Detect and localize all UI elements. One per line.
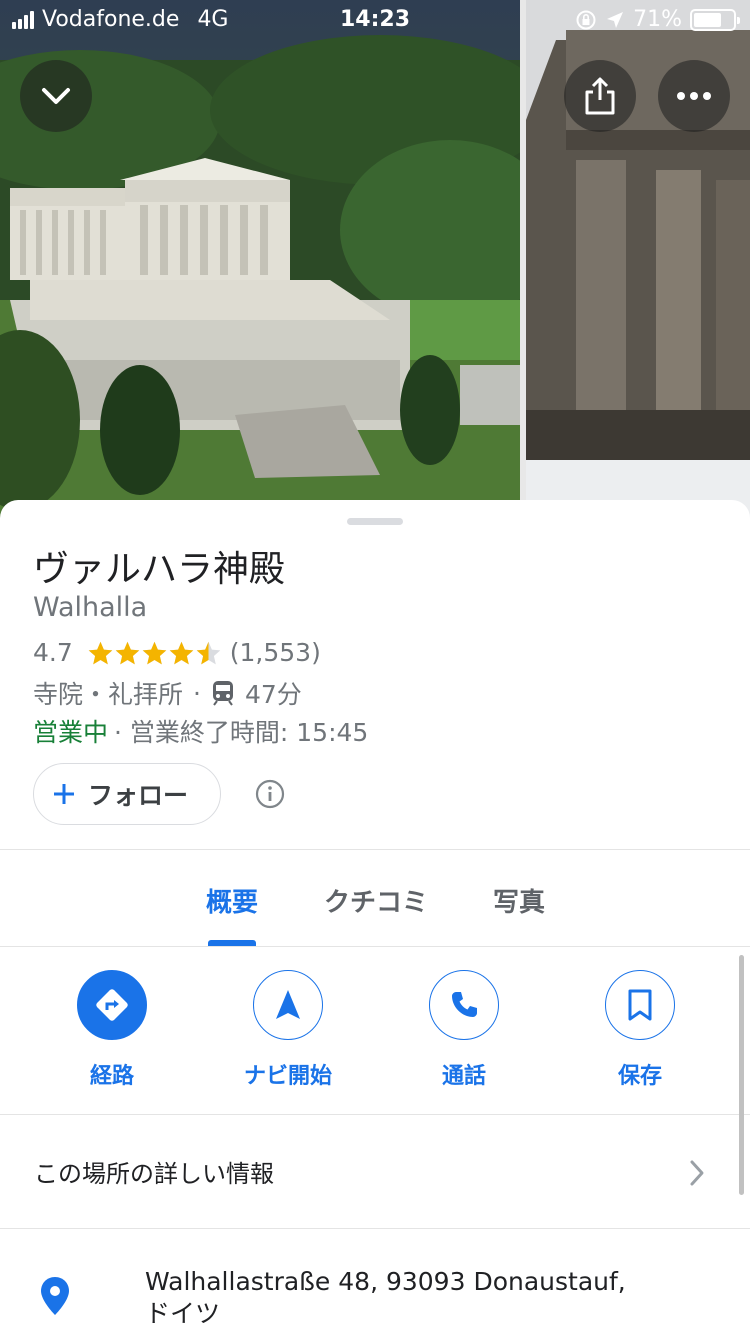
battery-percent: 71% — [633, 7, 682, 32]
photo-gallery[interactable] — [0, 0, 750, 520]
directions-label: 経路 — [89, 1064, 134, 1089]
collapse-button[interactable] — [20, 60, 92, 132]
rotation-lock-icon — [576, 10, 596, 29]
status-right: 71% — [575, 7, 740, 32]
divider — [0, 1228, 750, 1229]
address-line2: ドイツ — [145, 1299, 221, 1328]
star-icon — [196, 641, 221, 664]
location-pin-icon — [41, 1277, 69, 1315]
scrollbar[interactable] — [739, 955, 744, 1195]
chevron-right-icon — [690, 1160, 704, 1186]
follow-label: フォロー — [88, 781, 189, 810]
tab-reviews[interactable]: クチコミ — [324, 882, 428, 919]
status-bar: Vodafone.de 4G 14:23 71% — [0, 0, 750, 40]
navigation-circle — [253, 970, 323, 1040]
save-circle — [605, 970, 675, 1040]
save-label: 保存 — [617, 1064, 662, 1089]
call-label: 通話 — [441, 1064, 486, 1089]
more-details-label: この場所の詳しい情報 — [34, 1159, 274, 1188]
start-navigation-button[interactable]: ナビ開始 — [218, 970, 358, 1090]
closing-time: · 営業終了時間: 15:45 — [114, 718, 369, 747]
open-status: 営業中 — [33, 718, 109, 747]
info-icon[interactable] — [255, 779, 285, 809]
share-icon — [585, 77, 615, 115]
tab-photos[interactable]: 写真 — [493, 882, 545, 919]
more-horizontal-icon — [677, 92, 711, 100]
share-button[interactable] — [564, 60, 636, 132]
place-category: 寺院・礼拝所 — [33, 680, 184, 709]
review-count: (1,553) — [229, 638, 321, 667]
tab-overview[interactable]: 概要 — [206, 882, 258, 919]
directions-icon — [96, 989, 128, 1021]
plus-icon — [54, 784, 74, 804]
call-circle — [429, 970, 499, 1040]
tab-bar: 概要 クチコミ 写真 — [0, 850, 750, 946]
bookmark-icon — [628, 989, 652, 1021]
save-button[interactable]: 保存 — [570, 970, 710, 1090]
star-rating — [87, 640, 222, 666]
place-subtitle: Walhalla — [33, 592, 148, 623]
location-arrow-icon — [607, 11, 624, 28]
more-options-button[interactable] — [658, 60, 730, 132]
address-text: Walhallastraße 48, 93093 Donaustauf, ドイツ — [145, 1266, 665, 1330]
phone-icon — [452, 992, 477, 1017]
star-icon — [88, 641, 113, 664]
action-buttons: 経路 ナビ開始 通話 保存 — [0, 970, 750, 1110]
directions-circle — [77, 970, 147, 1040]
rating-row[interactable]: 4.7 (1,553) — [33, 638, 321, 667]
divider — [0, 946, 750, 947]
place-title: ヴァルハラ神殿 — [33, 549, 286, 590]
call-button[interactable]: 通話 — [394, 970, 534, 1090]
directions-button[interactable]: 経路 — [42, 970, 182, 1090]
meta-separator: · — [193, 678, 201, 708]
hours-row[interactable]: 営業中 · 営業終了時間: 15:45 — [33, 713, 368, 749]
battery-icon — [690, 8, 740, 31]
transit-time: 47分 — [244, 680, 302, 709]
start-navigation-label: ナビ開始 — [243, 1064, 332, 1089]
rating-value: 4.7 — [33, 638, 73, 667]
place-sheet: ヴァルハラ神殿 Walhalla 4.7 (1,553) 寺院・礼拝所 · 47… — [0, 500, 750, 1334]
navigation-arrow-icon — [276, 990, 300, 1019]
train-icon — [212, 681, 233, 706]
address-row[interactable]: Walhallastraße 48, 93093 Donaustauf, ドイツ — [0, 1230, 750, 1334]
star-icon — [115, 641, 140, 664]
drag-handle[interactable] — [347, 518, 403, 525]
follow-button[interactable]: フォロー — [33, 763, 221, 825]
more-details-row[interactable]: この場所の詳しい情報 — [0, 1115, 750, 1227]
battery-level-fill — [694, 12, 721, 27]
chevron-down-icon — [42, 88, 70, 104]
star-icon — [169, 641, 194, 664]
meta-row: 寺院・礼拝所 · 47分 — [33, 675, 302, 711]
star-icon — [142, 641, 167, 664]
address-line1: Walhallastraße 48, 93093 Donaustauf, — [145, 1267, 626, 1296]
